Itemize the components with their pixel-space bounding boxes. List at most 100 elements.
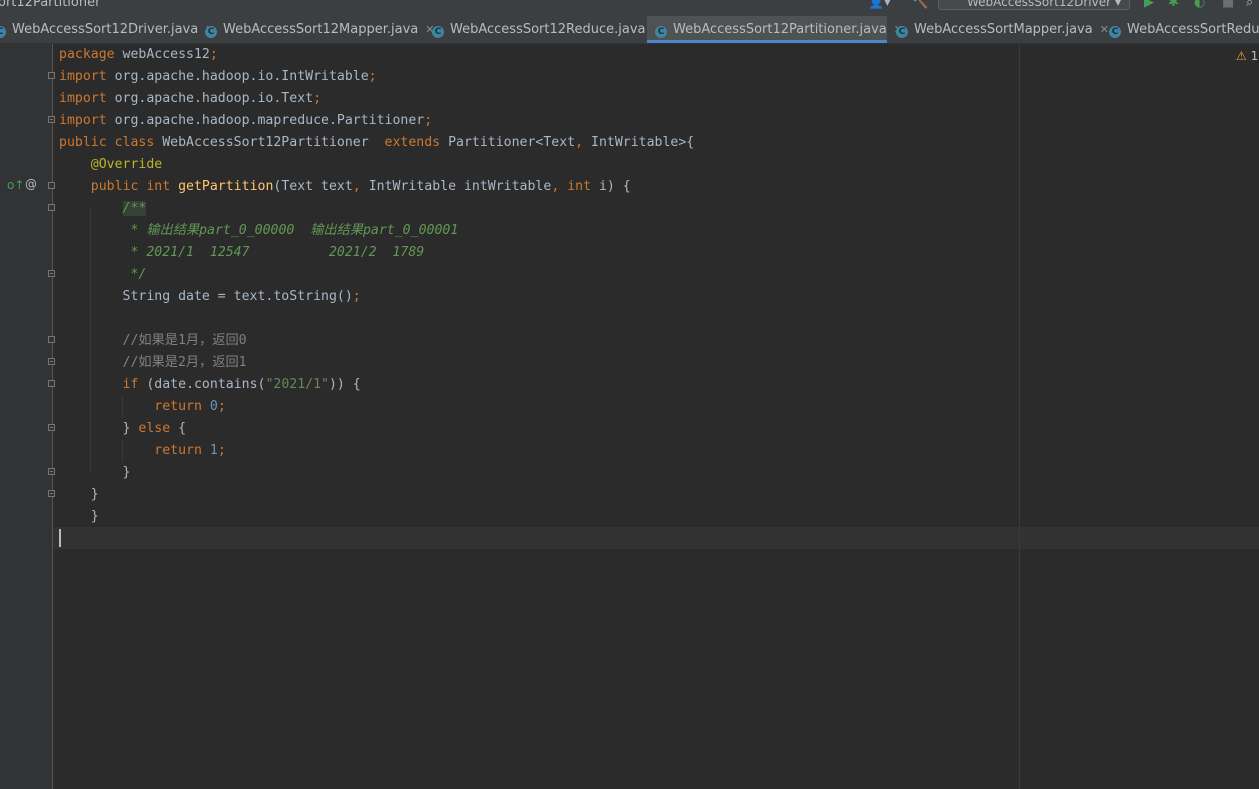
code-token: IntWritable intWritable [368, 179, 552, 194]
code-token: ; [368, 69, 377, 84]
warning-count: 1 [1250, 49, 1259, 63]
code-line[interactable]: /** [59, 198, 147, 220]
warning-icon: ⚠ [1236, 49, 1247, 63]
coverage-icon[interactable]: ◐ [1194, 0, 1205, 10]
tab-driver[interactable]: CWebAccessSort12Driver.java✕ [0, 16, 214, 43]
code-line[interactable]: } else { [59, 418, 187, 440]
close-icon[interactable]: ✕ [1100, 23, 1109, 36]
code-token: ; [424, 113, 433, 128]
code-token: IntWritable>{ [591, 135, 695, 150]
code-token: ; [313, 91, 322, 106]
code-token: Partitioner<Text [448, 135, 576, 150]
code-token: public class [59, 135, 163, 150]
override-icon[interactable]: @ [25, 177, 37, 191]
tab-label: WebAccessSort12Partitioner.java [673, 22, 887, 37]
fold-toggle-icon[interactable] [48, 336, 55, 343]
code-token: String date = text.toString() [59, 289, 353, 304]
tab-sort-reduce[interactable]: C WebAccessSortReduce [1109, 16, 1259, 43]
tab-mapper[interactable]: C WebAccessSort12Mapper.java ✕ [205, 16, 434, 43]
code-token: org.apache.hadoop.mapreduce.Partitioner [114, 113, 425, 128]
text-caret [59, 529, 61, 547]
code-line[interactable]: package webAccess12; [59, 44, 218, 66]
tab-reduce[interactable]: CWebAccessSort12Reduce.java✕ [432, 16, 662, 43]
code-token: extends [384, 135, 449, 150]
run-icon[interactable]: ▶ [1144, 0, 1154, 10]
tab-label: WebAccessSort12Mapper.java [223, 22, 419, 37]
code-token: 0 [209, 399, 218, 414]
tab-label: WebAccessSortReduce [1127, 22, 1259, 37]
code-token: , [551, 179, 568, 194]
code-token: int [567, 179, 599, 194]
code-token: "2021/1" [265, 377, 329, 392]
code-line[interactable]: import org.apache.hadoop.io.Text; [59, 88, 321, 110]
fold-toggle-icon[interactable] [48, 270, 55, 277]
code-line[interactable]: @Override [59, 154, 162, 176]
code-line[interactable]: } [59, 506, 99, 528]
run-configuration-select[interactable]: WebAccessSort12Driver ▾ [938, 0, 1130, 10]
editor-gutter[interactable]: o↑ @ [0, 44, 55, 789]
run-configuration-label: WebAccessSort12Driver [967, 0, 1112, 9]
code-token: org.apache.hadoop.io.IntWritable [114, 69, 369, 84]
chevron-down-icon: ▾ [1114, 0, 1121, 9]
code-line[interactable]: public int getPartition(Text text, IntWr… [59, 176, 631, 198]
code-line[interactable]: String date = text.toString(); [59, 286, 361, 308]
code-token: @Override [90, 157, 163, 172]
tab-label: WebAccessSort12Driver.java [12, 22, 199, 37]
fold-toggle-icon[interactable] [48, 424, 55, 431]
fold-toggle-icon[interactable] [48, 72, 55, 79]
code-token: * 2021/1 12547 2021/2 1789 [59, 245, 425, 260]
code-line[interactable]: } [59, 484, 99, 506]
code-token: ; [217, 399, 226, 414]
debug-icon[interactable]: ✱ [1168, 0, 1179, 10]
breadcrumb[interactable]: ort12Partitioner [0, 0, 100, 10]
code-line[interactable]: import org.apache.hadoop.io.IntWritable; [59, 66, 377, 88]
fold-toggle-icon[interactable] [48, 182, 55, 189]
code-token: * 输出结果part_0_00000 输出结果part_0_00001 [59, 223, 459, 238]
code-token: } [59, 487, 99, 502]
code-line[interactable]: public class WebAccessSort12Partitioner … [59, 132, 694, 154]
code-line[interactable]: } [59, 462, 131, 484]
code-token: //如果是1月，返回0 [122, 333, 247, 348]
code-line[interactable]: import org.apache.hadoop.mapreduce.Parti… [59, 110, 432, 132]
code-token: 1 [209, 443, 218, 458]
implements-method-icon[interactable]: o↑ [7, 178, 24, 192]
code-token: */ [59, 267, 147, 282]
code-token: } [59, 421, 139, 436]
code-token: //如果是2月，返回1 [122, 355, 247, 370]
build-icon[interactable]: 🔨 [912, 0, 928, 10]
fold-toggle-icon[interactable] [48, 116, 55, 123]
tab-partitioner[interactable]: CWebAccessSort12Partitioner.java✕ [647, 16, 903, 43]
search-icon[interactable]: ⌕ [1246, 0, 1253, 10]
code-line[interactable]: * 输出结果part_0_00000 输出结果part_0_00001 [59, 220, 458, 242]
code-line[interactable]: //如果是2月，返回1 [59, 352, 247, 374]
code-token: } [59, 465, 131, 480]
code-token: { [178, 421, 187, 436]
code-token: , [352, 179, 369, 194]
code-line[interactable]: return 0; [59, 396, 226, 418]
code-token: import [59, 69, 115, 84]
code-line[interactable]: //如果是1月，返回0 [59, 330, 247, 352]
vcs-user-icon[interactable]: 👤▾ [868, 0, 891, 10]
fold-toggle-icon[interactable] [48, 358, 55, 365]
stop-icon[interactable]: ■ [1222, 0, 1234, 10]
fold-toggle-icon[interactable] [48, 380, 55, 387]
code-token: return [154, 399, 210, 414]
right-margin-guide [1019, 44, 1020, 789]
fold-toggle-icon[interactable] [48, 204, 55, 211]
tab-sort-mapper[interactable]: C WebAccessSortMapper.java ✕ [896, 16, 1109, 43]
fold-toggle-icon[interactable] [48, 490, 55, 497]
code-token: /** [122, 201, 147, 216]
code-line[interactable]: */ [59, 264, 146, 286]
fold-toggle-icon[interactable] [48, 468, 55, 475]
code-line[interactable]: if (date.contains("2021/1")) { [59, 374, 361, 396]
warning-indicator[interactable]: ⚠ 1 [1236, 49, 1258, 63]
code-line[interactable]: * 2021/1 12547 2021/2 1789 [59, 242, 424, 264]
java-class-icon: C [205, 26, 217, 38]
code-token: package [59, 47, 123, 62]
code-line[interactable]: return 1; [59, 440, 225, 462]
